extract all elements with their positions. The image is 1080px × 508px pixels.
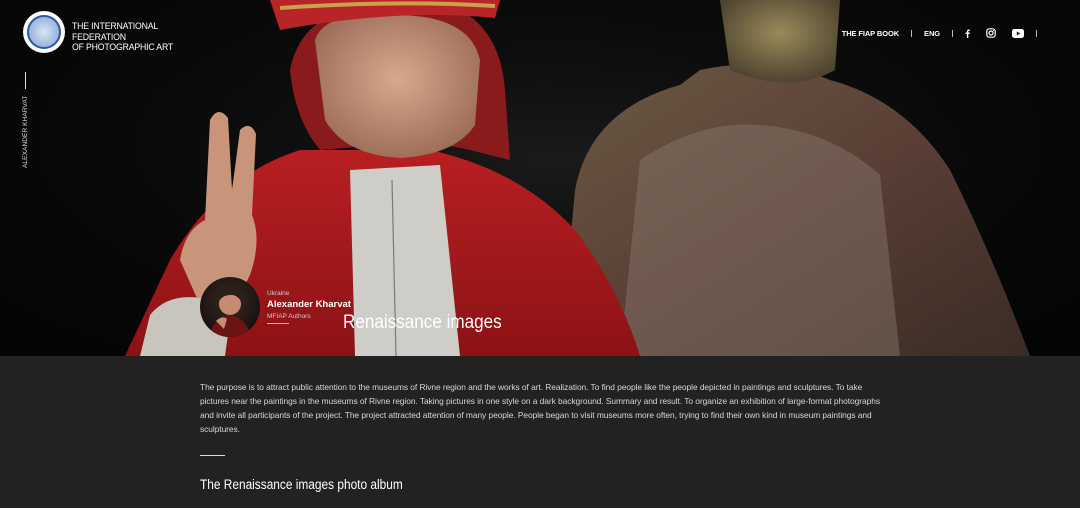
project-description: The purpose is to attract public attenti… — [200, 382, 880, 434]
fiap-book-link[interactable]: THE FIAP BOOK — [842, 29, 899, 38]
author-name[interactable]: Alexander Kharvat — [267, 299, 351, 310]
menu-icon[interactable] — [1049, 29, 1060, 38]
author-info: Ukraine Alexander Kharvat MFIAP Authors — [267, 290, 351, 324]
section-divider — [200, 455, 225, 456]
nav-separator — [952, 29, 953, 37]
side-author-label: ALEXANDER KHARVAT — [22, 95, 29, 169]
nav-separator — [911, 29, 913, 37]
author-country: Ukraine — [267, 290, 290, 297]
album-title: The Renaissance images photo album — [200, 477, 403, 492]
project-title: Renaissance images — [343, 312, 502, 333]
facebook-icon[interactable] — [965, 29, 970, 38]
youtube-icon[interactable] — [1012, 28, 1024, 38]
brand-name[interactable]: THE INTERNATIONAL FEDERATION OF PHOTOGRA… — [72, 21, 182, 54]
instagram-icon[interactable] — [986, 28, 996, 38]
brand-line-2: OF PHOTOGRAPHIC ART — [72, 42, 174, 53]
avatar[interactable] — [200, 277, 260, 337]
language-switch[interactable]: ENG — [924, 29, 940, 38]
content-section: The purpose is to attract public attenti… — [0, 356, 1080, 508]
nav-separator — [1036, 29, 1037, 37]
author-underline — [267, 323, 289, 324]
fiap-logo[interactable] — [23, 11, 65, 53]
hero-banner: THE INTERNATIONAL FEDERATION OF PHOTOGRA… — [0, 0, 1080, 356]
author-card[interactable]: Ukraine Alexander Kharvat MFIAP Authors — [200, 277, 351, 337]
top-navigation: THE FIAP BOOK ENG — [842, 26, 1060, 40]
author-title: MFIAP Authors — [267, 313, 311, 320]
brand-line-1: THE INTERNATIONAL FEDERATION — [72, 21, 158, 43]
